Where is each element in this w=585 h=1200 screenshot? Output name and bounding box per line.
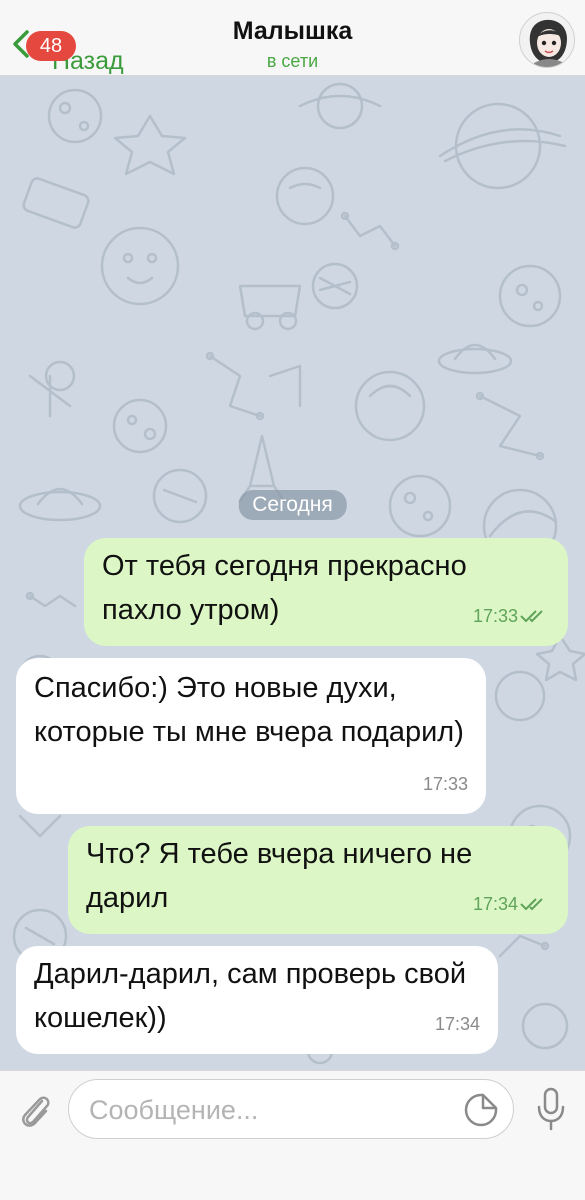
- incoming-message[interactable]: Спасибо:) Это новые духи, которые ты мне…: [16, 658, 486, 814]
- message-input-bar: Сообщение...: [0, 1070, 585, 1200]
- date-divider: Сегодня: [238, 490, 347, 520]
- chat-title-block[interactable]: Малышка в сети: [150, 16, 435, 73]
- message-meta: 17:34: [435, 1002, 480, 1046]
- unread-count-badge: 48: [26, 31, 76, 61]
- sticker-icon[interactable]: [463, 1092, 499, 1128]
- microphone-icon[interactable]: [536, 1087, 566, 1131]
- chat-title: Малышка: [232, 17, 353, 45]
- double-check-icon: [520, 610, 543, 623]
- message-input-placeholder: Сообщение...: [89, 1095, 259, 1125]
- double-check-icon: [520, 898, 543, 911]
- avatar-illustration-icon: [529, 19, 568, 67]
- incoming-message[interactable]: Дарил-дарил, сам проверь свой кошелек)) …: [16, 946, 498, 1054]
- message-time: 17:34: [472, 894, 518, 914]
- chat-area[interactable]: Сегодня От тебя сегодня прекрасно пахло …: [0, 76, 585, 1070]
- message-input[interactable]: Сообщение...: [68, 1079, 514, 1139]
- back-button[interactable]: Назад 48: [8, 18, 138, 74]
- message-time: 17:33: [422, 774, 468, 794]
- message-meta: 17:33: [423, 762, 468, 806]
- avatar[interactable]: [519, 12, 575, 68]
- outgoing-message[interactable]: Что? Я тебе вчера ничего не дарил 17:34: [68, 826, 568, 934]
- message-text: Дарил-дарил, сам проверь свой кошелек)): [34, 958, 467, 1034]
- message-time: 17:34: [434, 1014, 480, 1034]
- outgoing-message[interactable]: От тебя сегодня прекрасно пахло утром) 1…: [84, 538, 568, 646]
- paperclip-icon[interactable]: [16, 1091, 52, 1131]
- message-meta: 17:34: [473, 882, 550, 926]
- message-time: 17:33: [472, 606, 518, 626]
- chat-header: Назад 48 Малышка в сети: [0, 0, 585, 76]
- chat-status: в сети: [266, 51, 319, 71]
- message-meta: 17:33: [473, 594, 550, 638]
- message-text: Спасибо:) Это новые духи, которые ты мне…: [34, 672, 464, 748]
